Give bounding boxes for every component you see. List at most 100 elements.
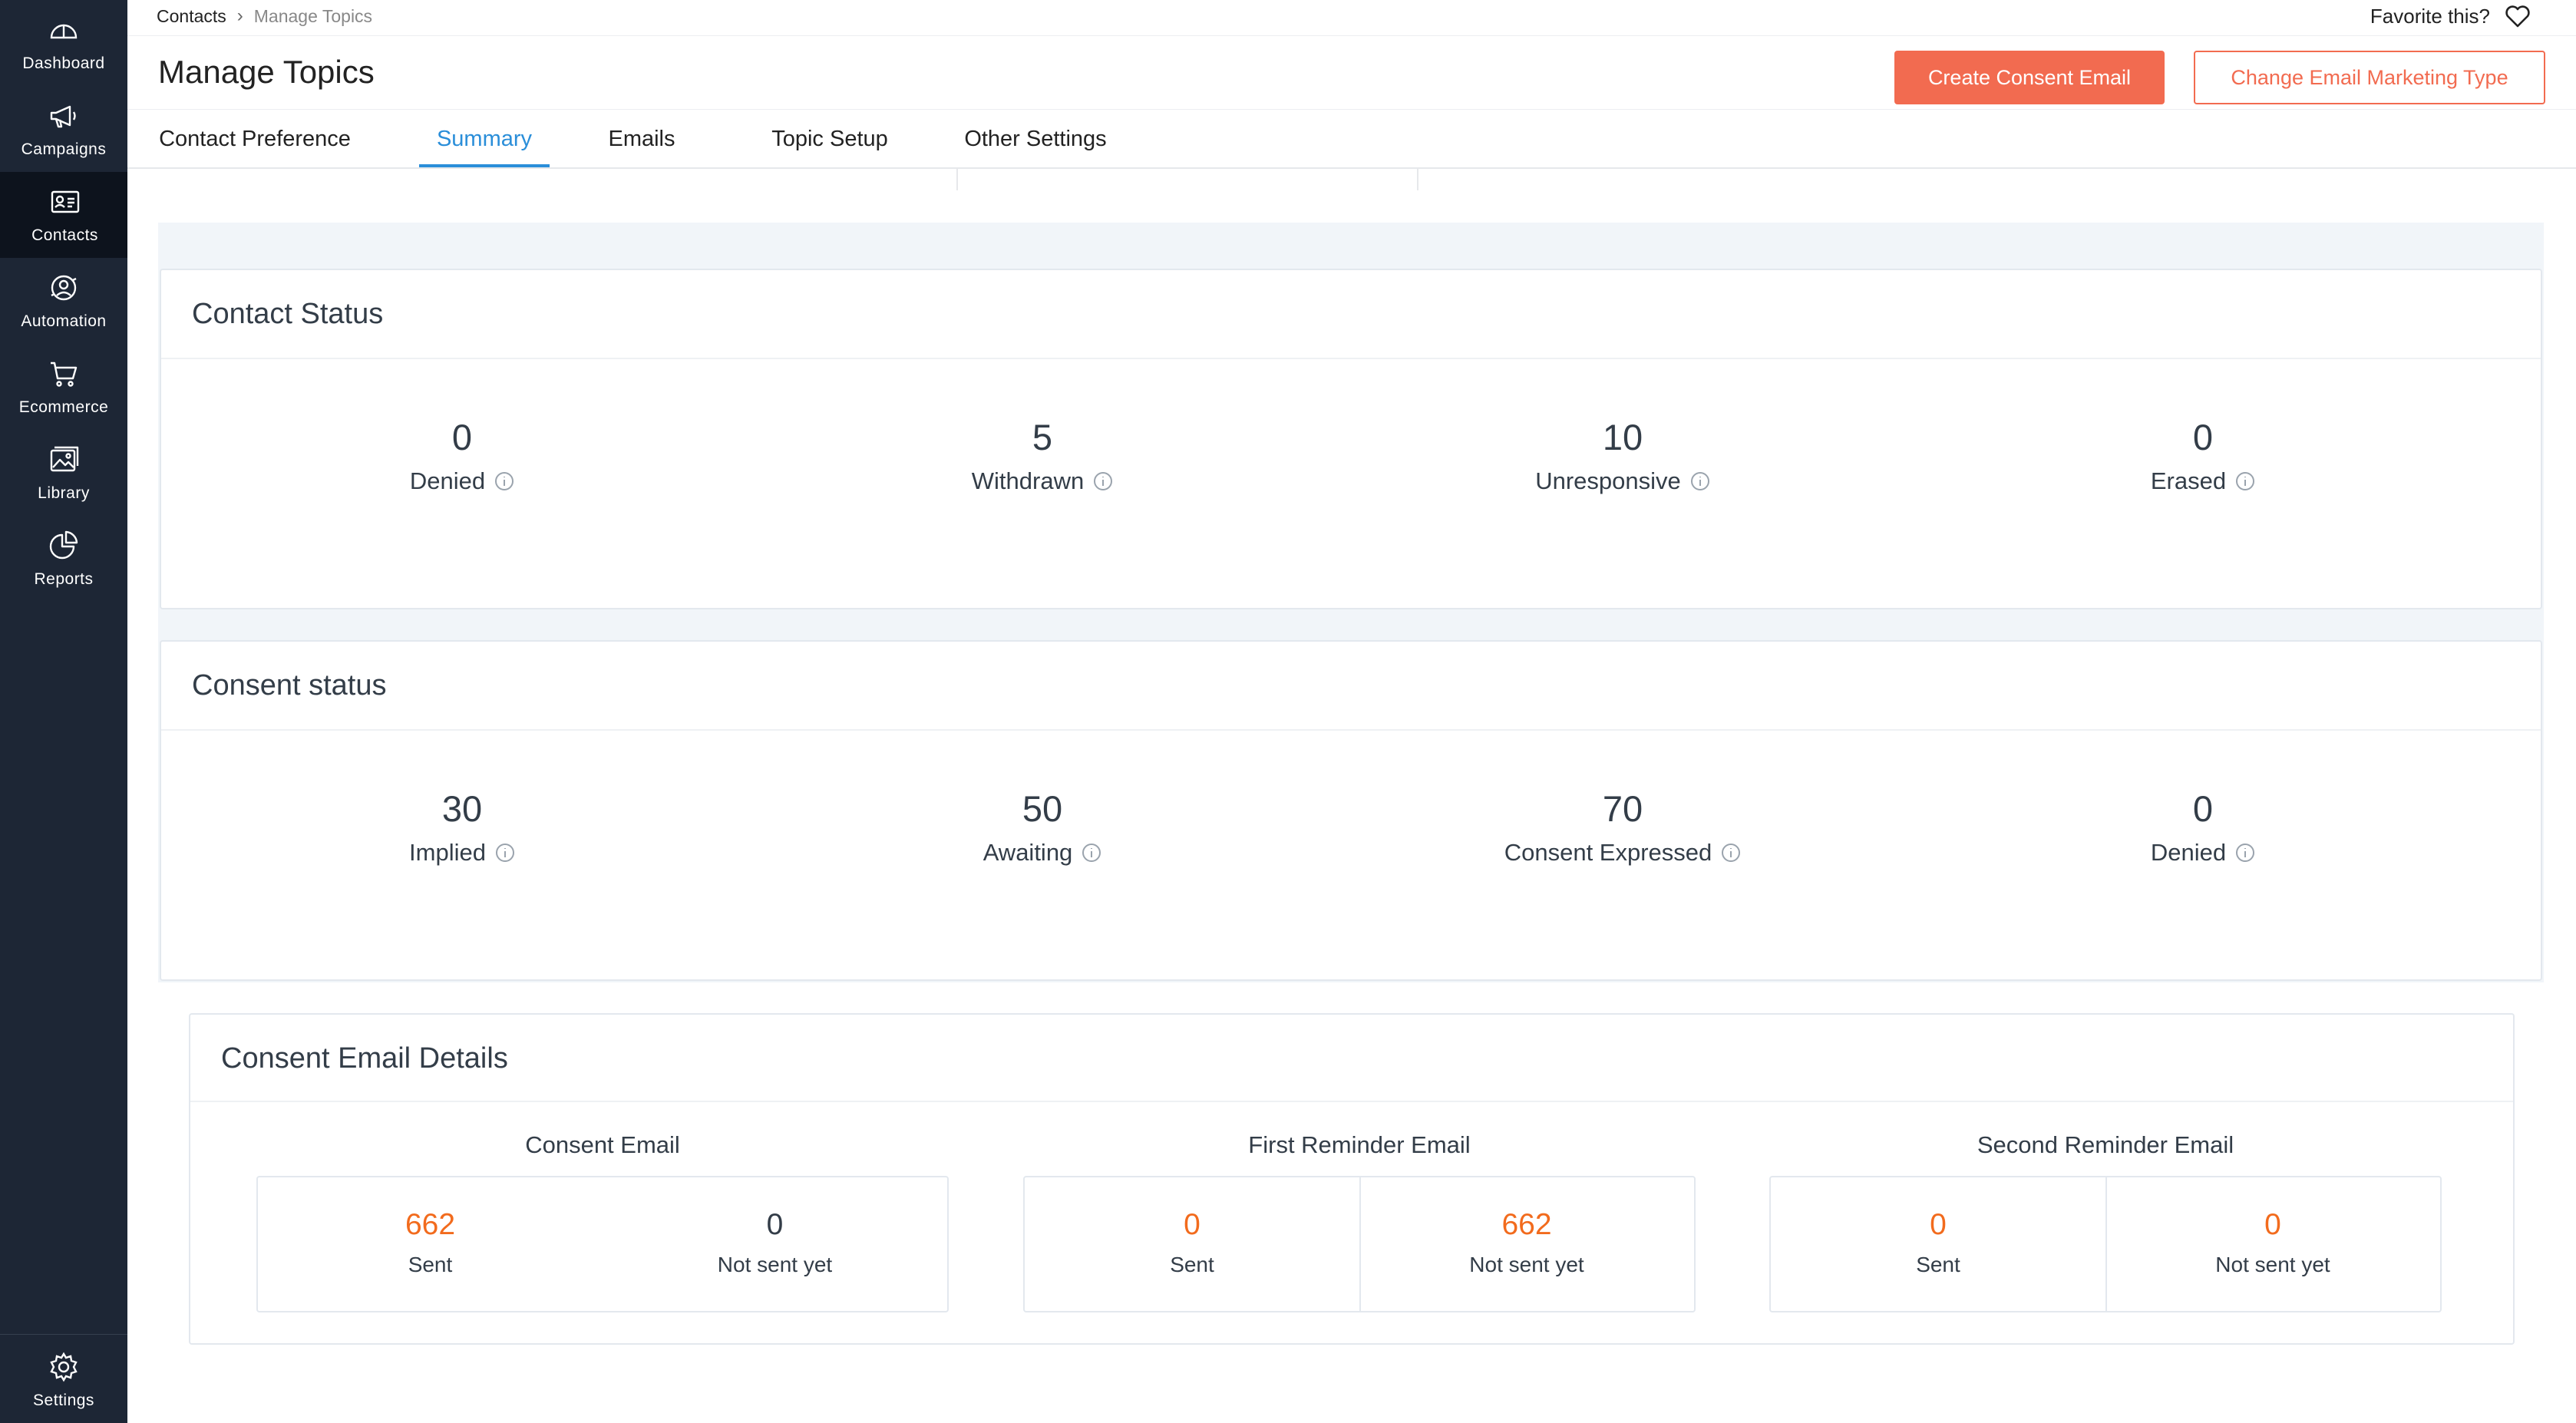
consent-status-card: Consent status 30 Implied 50 Awaiting 70… — [160, 640, 2542, 981]
not-sent-value: 0 — [766, 1208, 784, 1241]
strip-divider — [1417, 169, 1418, 190]
stat-value: 50 — [1022, 788, 1063, 829]
cart-icon — [51, 362, 78, 387]
gear-icon — [50, 1352, 78, 1382]
sent-label: Sent — [1170, 1253, 1214, 1276]
consent-status-title: Consent status — [192, 669, 387, 702]
breadcrumb: Contacts › Manage Topics — [157, 0, 372, 32]
tab-summary[interactable]: Summary — [419, 110, 550, 168]
heart-icon[interactable] — [2504, 2, 2531, 30]
tab-contact-preference[interactable]: Contact Preference — [157, 110, 353, 168]
sent-value: 0 — [1184, 1208, 1200, 1241]
sidebar-item-automation[interactable]: Automation — [0, 258, 127, 344]
info-icon[interactable] — [495, 843, 515, 863]
sidebar-item-label: Library — [38, 484, 90, 502]
not-sent-label: Not sent yet — [1469, 1253, 1584, 1276]
sidebar-item-label: Dashboard — [22, 54, 105, 72]
stat-value: 10 — [1602, 417, 1643, 457]
stat-erased: 0 Erased — [2049, 416, 2356, 495]
stat-label: Implied — [409, 839, 486, 866]
sent-value: 0 — [1930, 1208, 1947, 1241]
sent-label: Sent — [1916, 1253, 1960, 1276]
stat-value: 70 — [1602, 788, 1643, 829]
breadcrumb-current: Manage Topics — [253, 5, 373, 26]
info-icon[interactable] — [1690, 471, 1710, 491]
megaphone-icon — [50, 105, 76, 128]
tab-label: Other Settings — [964, 126, 1107, 151]
sidebar-item-settings[interactable]: Settings — [0, 1337, 127, 1423]
favorite-label: Favorite this? — [2370, 4, 2490, 28]
stat-unresponsive: 10 Unresponsive — [1469, 416, 1776, 495]
sidebar-item-label: Campaigns — [21, 140, 107, 158]
stat-label: Awaiting — [983, 839, 1073, 866]
summary-top-strip — [158, 169, 2544, 223]
card-divider — [161, 729, 2541, 731]
info-icon[interactable] — [1721, 843, 1741, 863]
contact-card-icon — [51, 190, 79, 213]
sidebar-item-contacts[interactable]: Contacts — [0, 172, 127, 258]
info-icon[interactable] — [494, 471, 514, 491]
tab-label: Contact Preference — [159, 126, 351, 151]
tab-label: Summary — [436, 126, 533, 151]
sidebar-item-campaigns[interactable]: Campaigns — [0, 86, 127, 172]
chevron-right-icon: › — [236, 5, 243, 26]
sidebar-item-label: Ecommerce — [18, 398, 109, 416]
info-icon[interactable] — [2235, 843, 2255, 863]
contact-status-card: Contact Status 0 Denied 5 Withdrawn 10 U… — [160, 269, 2542, 609]
tab-topic-setup[interactable]: Topic Setup — [734, 110, 926, 168]
second-reminder-not-sent: 0 Not sent yet — [2105, 1177, 2440, 1311]
sidebar-item-label: Reports — [34, 570, 94, 588]
consent-email-details-card: Consent Email Details Consent Email 662 … — [189, 1013, 2515, 1345]
not-sent-value: 0 — [2264, 1208, 2281, 1241]
stat-label: Denied — [409, 467, 486, 494]
sidebar-item-label: Settings — [33, 1392, 94, 1409]
sent-label: Sent — [408, 1253, 453, 1276]
tab-label: Emails — [608, 126, 675, 151]
create-consent-email-button[interactable]: Create Consent Email — [1894, 51, 2165, 104]
pie-chart-icon — [49, 530, 78, 560]
stat-label: Consent Expressed — [1504, 839, 1712, 866]
not-sent-label: Not sent yet — [2215, 1253, 2330, 1276]
contact-status-title: Contact Status — [192, 298, 384, 330]
not-sent-label: Not sent yet — [717, 1253, 833, 1276]
favorite-toggle[interactable]: Favorite this? — [2370, 0, 2531, 32]
card-divider — [161, 358, 2541, 359]
stat-label: Erased — [2150, 467, 2227, 494]
sidebar: Dashboard Campaigns Contacts Automation … — [0, 0, 127, 1423]
info-icon[interactable] — [2235, 471, 2255, 491]
tab-emails[interactable]: Emails — [596, 110, 688, 168]
card-divider — [190, 1101, 2513, 1102]
sidebar-item-library[interactable]: Library — [0, 430, 127, 516]
stat-consent-expressed: 70 Consent Expressed — [1469, 787, 1776, 867]
sidebar-item-reports[interactable]: Reports — [0, 516, 127, 602]
stat-value: 30 — [441, 788, 483, 829]
info-icon[interactable] — [1082, 843, 1101, 863]
second-reminder-stats: 0 Sent 0 Not sent yet — [1769, 1176, 2442, 1312]
breadcrumb-contacts-link[interactable]: Contacts — [157, 6, 226, 27]
second-reminder-group-title: Second Reminder Email — [1977, 1131, 2234, 1158]
sidebar-item-dashboard[interactable]: Dashboard — [0, 0, 127, 86]
consent-email-details-title: Consent Email Details — [221, 1042, 508, 1075]
consent-email-group-title: Consent Email — [525, 1131, 680, 1158]
sidebar-divider — [0, 1334, 127, 1335]
info-icon[interactable] — [1093, 471, 1113, 491]
tab-other-settings[interactable]: Other Settings — [926, 110, 1145, 168]
first-reminder-not-sent: 662 Not sent yet — [1359, 1177, 1694, 1311]
sidebar-item-ecommerce[interactable]: Ecommerce — [0, 344, 127, 430]
stat-consent-denied: 0 Denied — [2049, 787, 2356, 867]
sent-value: 662 — [405, 1208, 456, 1241]
stat-denied: 0 Denied — [309, 416, 616, 495]
image-icon — [50, 446, 79, 472]
stat-value: 0 — [451, 417, 473, 457]
sidebar-item-label: Contacts — [31, 226, 98, 244]
dashboard-icon — [50, 24, 78, 39]
tab-label: Topic Setup — [771, 126, 888, 151]
page-title: Manage Topics — [158, 54, 375, 90]
automation-icon — [51, 275, 77, 301]
stat-awaiting: 50 Awaiting — [889, 787, 1196, 867]
strip-divider — [956, 169, 958, 190]
consent-email-sent: 662 Sent — [258, 1177, 603, 1311]
change-email-marketing-type-button[interactable]: Change Email Marketing Type — [2194, 51, 2545, 104]
stat-label: Denied — [2150, 839, 2227, 866]
consent-email-stats: 662 Sent 0 Not sent yet — [256, 1176, 949, 1312]
